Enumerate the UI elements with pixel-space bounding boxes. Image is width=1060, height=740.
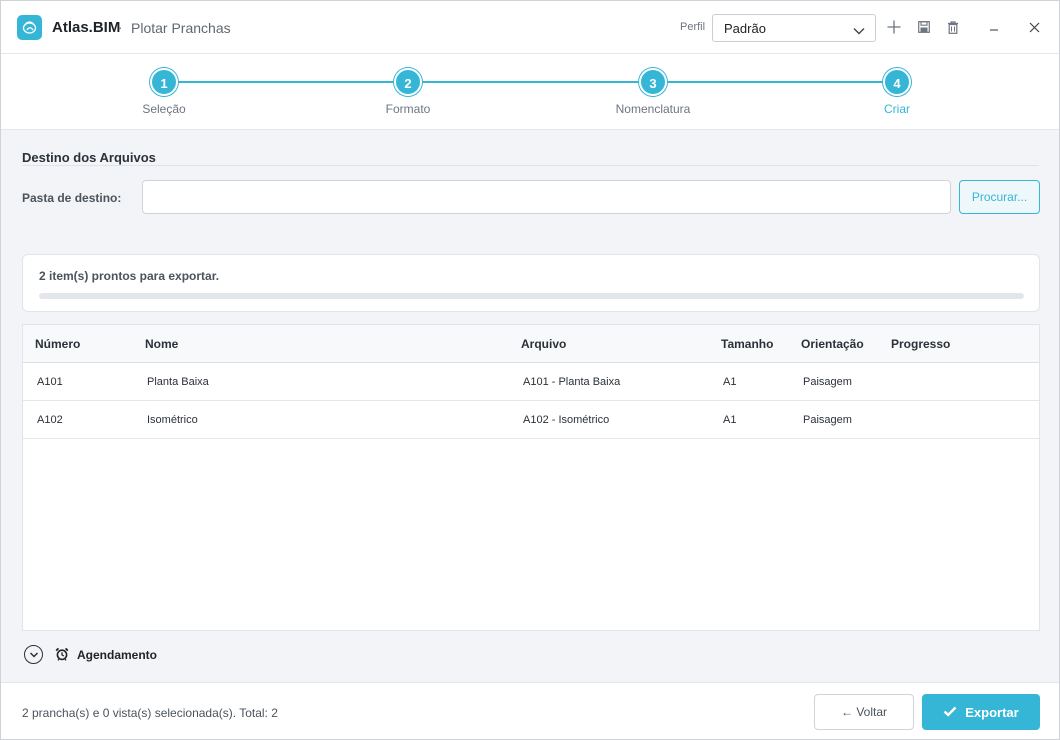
cell-tamanho: A1 [723,414,737,426]
close-icon[interactable] [1026,19,1042,35]
app-window: Atlas.BIM · Plotar Pranchas Perfil Padrã… [0,0,1060,740]
step-number: 2 [394,68,422,96]
browse-button[interactable]: Procurar... [959,180,1040,214]
export-status-panel: 2 item(s) prontos para exportar. [22,254,1040,312]
step-label-active: Criar [884,102,910,116]
checkmark-icon [943,705,957,720]
folder-path-input[interactable] [142,180,951,214]
folder-label: Pasta de destino: [22,191,122,205]
table-row[interactable]: A102 Isométrico A102 - Isométrico A1 Pai… [23,401,1039,439]
step-number: 4 [883,68,911,96]
table-row[interactable]: A101 Planta Baixa A101 - Planta Baixa A1… [23,363,1039,401]
footer-bar: 2 prancha(s) e 0 vista(s) selecionada(s)… [1,682,1059,739]
column-header-tamanho[interactable]: Tamanho [721,337,773,351]
delete-profile-icon[interactable] [945,19,961,35]
agendamento-label[interactable]: Agendamento [77,648,157,662]
chevron-down-icon [853,23,865,41]
cell-numero: A101 [37,376,63,388]
perfil-select[interactable]: Padrão [712,14,876,42]
step-criar[interactable]: 4 Criar [837,68,957,116]
cell-nome: Isométrico [147,414,198,426]
perfil-selected-value: Padrão [724,21,766,36]
minimize-icon[interactable] [986,19,1002,35]
section-title-destino: Destino dos Arquivos [22,150,156,165]
save-profile-icon[interactable] [916,19,932,35]
add-profile-icon[interactable] [886,19,902,35]
column-header-numero[interactable]: Número [35,337,80,351]
cell-tamanho: A1 [723,376,737,388]
wizard-stepper: 1 Seleção 2 Formato 3 Nomenclatura 4 Cri… [1,54,1059,130]
step-label: Seleção [142,102,186,116]
column-header-nome[interactable]: Nome [145,337,178,351]
column-header-orientacao[interactable]: Orientação [801,337,864,351]
back-button[interactable]: ← Voltar [814,694,914,730]
step-number: 1 [150,68,178,96]
cell-numero: A102 [37,414,63,426]
cell-arquivo: A101 - Planta Baixa [523,376,621,388]
export-button[interactable]: Exportar [922,694,1040,730]
step-nomenclatura[interactable]: 3 Nomenclatura [593,68,713,116]
section-divider [22,165,1039,166]
sheets-table: Número Nome Arquivo Tamanho Orientação P… [22,324,1040,631]
window-title: Plotar Pranchas [131,20,231,36]
step-number: 3 [639,68,667,96]
cell-orientacao: Paisagem [803,376,852,388]
step-label: Nomenclatura [615,102,691,116]
title-bar: Atlas.BIM · Plotar Pranchas Perfil Padrã… [1,1,1059,54]
column-header-arquivo[interactable]: Arquivo [521,337,566,351]
stepper-progress-line [164,81,897,83]
step-label: Formato [385,102,431,116]
status-text: 2 item(s) prontos para exportar. [39,269,220,283]
export-button-label: Exportar [965,704,1019,720]
selection-summary: 2 prancha(s) e 0 vista(s) selecionada(s)… [22,706,278,720]
app-logo-icon [17,15,42,40]
cell-nome: Planta Baixa [147,376,209,388]
title-separator: · [118,19,123,35]
export-progress-bar [39,293,1024,299]
cell-arquivo: A102 - Isométrico [523,414,610,426]
chevron-down-icon[interactable] [24,645,43,664]
app-name: Atlas.BIM [52,19,121,36]
cell-orientacao: Paisagem [803,414,852,426]
table-header: Número Nome Arquivo Tamanho Orientação P… [23,325,1039,363]
step-formato[interactable]: 2 Formato [348,68,468,116]
column-header-progresso[interactable]: Progresso [891,337,950,351]
alarm-clock-icon [55,647,69,666]
perfil-label: Perfil [680,21,706,33]
step-selecao[interactable]: 1 Seleção [104,68,224,116]
